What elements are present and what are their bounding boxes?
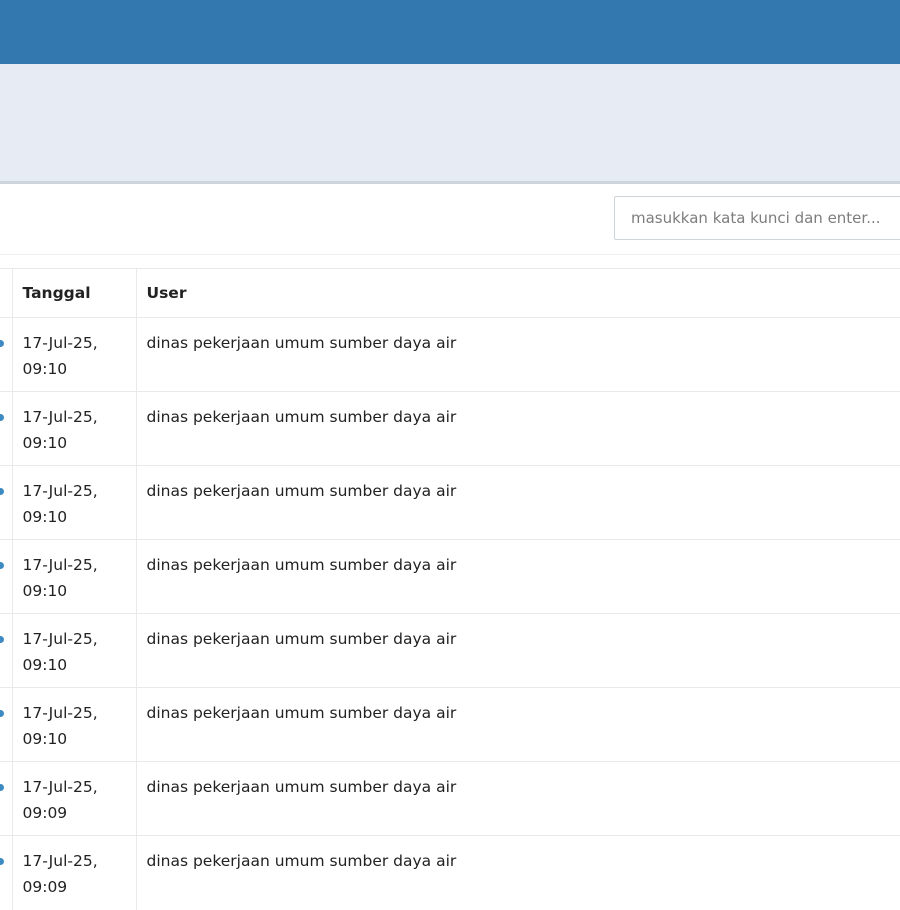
row-date: 17-Jul-25, 09:10 bbox=[12, 465, 137, 540]
row-date: 17-Jul-25, 09:09 bbox=[12, 761, 137, 836]
row-cut-cell bbox=[0, 613, 13, 688]
row-user: dinas pekerjaan umum sumber daya air bbox=[136, 539, 900, 614]
row-user: dinas pekerjaan umum sumber daya air bbox=[136, 687, 900, 762]
log-table-container: Tanggal User 17-Jul-25, 09:10 dinas peke… bbox=[0, 268, 900, 910]
table-header-row: Tanggal User bbox=[0, 268, 900, 318]
row-action-icon[interactable] bbox=[0, 340, 4, 347]
row-cut-cell bbox=[0, 465, 13, 540]
row-action-icon[interactable] bbox=[0, 710, 4, 717]
header-user[interactable]: User bbox=[136, 268, 900, 318]
row-cut-cell bbox=[0, 317, 13, 392]
table-row: 17-Jul-25, 09:10 dinas pekerjaan umum su… bbox=[0, 317, 900, 392]
table-row: 17-Jul-25, 09:09 dinas pekerjaan umum su… bbox=[0, 835, 900, 910]
search-input[interactable] bbox=[614, 196, 900, 240]
table-row: 17-Jul-25, 09:10 dinas pekerjaan umum su… bbox=[0, 613, 900, 688]
row-cut-cell bbox=[0, 539, 13, 614]
row-cut-cell bbox=[0, 835, 13, 910]
table-row: 17-Jul-25, 09:10 dinas pekerjaan umum su… bbox=[0, 539, 900, 614]
table-row: 17-Jul-25, 09:10 dinas pekerjaan umum su… bbox=[0, 465, 900, 540]
row-action-icon[interactable] bbox=[0, 858, 4, 865]
top-navbar bbox=[0, 0, 900, 64]
row-user: dinas pekerjaan umum sumber daya air bbox=[136, 613, 900, 688]
row-date: 17-Jul-25, 09:10 bbox=[12, 539, 137, 614]
row-action-icon[interactable] bbox=[0, 784, 4, 791]
row-action-icon[interactable] bbox=[0, 488, 4, 495]
row-user: dinas pekerjaan umum sumber daya air bbox=[136, 835, 900, 910]
row-date: 17-Jul-25, 09:10 bbox=[12, 687, 137, 762]
log-table: Tanggal User 17-Jul-25, 09:10 dinas peke… bbox=[0, 268, 900, 910]
row-cut-cell bbox=[0, 391, 13, 466]
table-toolbar bbox=[0, 184, 900, 255]
row-action-icon[interactable] bbox=[0, 562, 4, 569]
header-date[interactable]: Tanggal bbox=[12, 268, 137, 318]
row-user: dinas pekerjaan umum sumber daya air bbox=[136, 391, 900, 466]
table-row: 17-Jul-25, 09:09 dinas pekerjaan umum su… bbox=[0, 761, 900, 836]
row-user: dinas pekerjaan umum sumber daya air bbox=[136, 317, 900, 392]
row-action-icon[interactable] bbox=[0, 636, 4, 643]
row-date: 17-Jul-25, 09:09 bbox=[12, 835, 137, 910]
row-cut-cell bbox=[0, 687, 13, 762]
row-date: 17-Jul-25, 09:10 bbox=[12, 613, 137, 688]
table-row: 17-Jul-25, 09:10 dinas pekerjaan umum su… bbox=[0, 391, 900, 466]
row-user: dinas pekerjaan umum sumber daya air bbox=[136, 465, 900, 540]
page-header-area bbox=[0, 64, 900, 184]
row-date: 17-Jul-25, 09:10 bbox=[12, 317, 137, 392]
row-user: dinas pekerjaan umum sumber daya air bbox=[136, 761, 900, 836]
row-date: 17-Jul-25, 09:10 bbox=[12, 391, 137, 466]
table-row: 17-Jul-25, 09:10 dinas pekerjaan umum su… bbox=[0, 687, 900, 762]
row-cut-cell bbox=[0, 761, 13, 836]
header-cut-column bbox=[0, 268, 13, 318]
row-action-icon[interactable] bbox=[0, 414, 4, 421]
